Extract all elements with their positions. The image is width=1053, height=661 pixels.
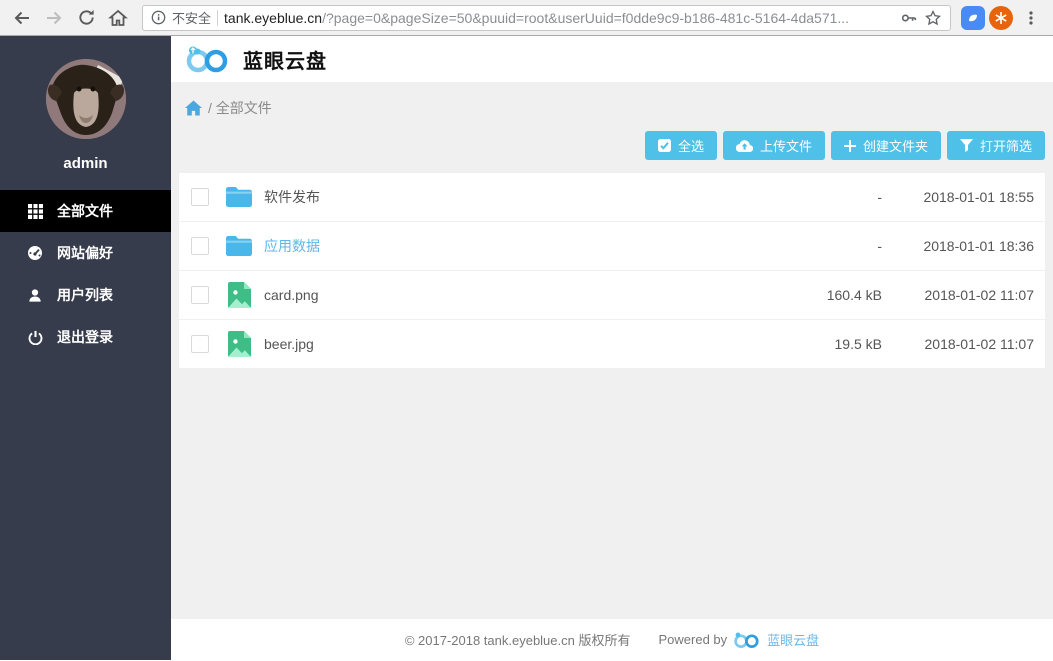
forward-icon	[44, 8, 64, 28]
breadcrumb-path[interactable]: / 全部文件	[208, 98, 272, 118]
app-header: 蓝眼云盘	[171, 36, 1053, 82]
plus-icon	[844, 140, 856, 152]
reload-button[interactable]	[72, 4, 100, 32]
home-button[interactable]	[104, 4, 132, 32]
dashboard-icon	[27, 245, 43, 261]
image-file-icon	[226, 282, 252, 308]
row-checkbox[interactable]	[191, 237, 209, 255]
infinity-cloud-logo	[733, 631, 761, 649]
sidebar-item-label: 用户列表	[57, 285, 113, 305]
url-path: /?page=0&pageSize=50&puuid=root&userUuid…	[322, 10, 849, 26]
home-icon[interactable]	[185, 100, 202, 116]
copyright-text: © 2017-2018 tank.eyeblue.cn 版权所有	[405, 630, 631, 649]
grid-icon	[27, 204, 43, 219]
create-folder-label: 创建文件夹	[863, 136, 928, 155]
file-date: 2018-01-02 11:07	[882, 287, 1034, 303]
avatar[interactable]	[46, 59, 126, 139]
info-icon[interactable]	[151, 10, 166, 25]
sidebar-item-site-preferences[interactable]: 网站偏好	[0, 232, 171, 274]
action-toolbar: 全选 上传文件 创建文件夹 打开筛选	[179, 122, 1045, 173]
user-icon	[27, 288, 43, 303]
file-size: 160.4 kB	[762, 287, 882, 303]
upload-file-button[interactable]: 上传文件	[723, 131, 825, 160]
content: / 全部文件 全选 上传文件 创建文件夹 打开筛选	[171, 82, 1053, 619]
row-checkbox[interactable]	[191, 335, 209, 353]
breadcrumb: / 全部文件	[179, 82, 1045, 122]
sidebar-item-user-list[interactable]: 用户列表	[0, 274, 171, 316]
sidebar: admin 全部文件 网站偏好 用户列表	[0, 36, 171, 660]
divider	[217, 10, 218, 26]
key-icon[interactable]	[900, 9, 918, 27]
reload-icon	[77, 8, 96, 27]
url-bar[interactable]: 不安全 tank.eyeblue.cn/?page=0&pageSize=50&…	[142, 5, 951, 31]
file-date: 2018-01-02 11:07	[882, 336, 1034, 352]
power-icon	[27, 330, 43, 345]
powered-by: Powered by 蓝眼云盘	[658, 630, 819, 649]
username: admin	[63, 155, 107, 172]
filter-icon	[960, 139, 973, 152]
sidebar-item-label: 网站偏好	[57, 243, 113, 263]
table-row[interactable]: card.png 160.4 kB 2018-01-02 11:07	[179, 271, 1045, 320]
back-button[interactable]	[8, 4, 36, 32]
select-all-button[interactable]: 全选	[645, 131, 717, 160]
row-checkbox[interactable]	[191, 188, 209, 206]
sidebar-item-logout[interactable]: 退出登录	[0, 316, 171, 358]
folder-icon	[226, 236, 252, 256]
file-table: 软件发布 - 2018-01-01 18:55 应用数据 - 2018-01-0…	[179, 173, 1045, 369]
table-row[interactable]: 应用数据 - 2018-01-01 18:36	[179, 222, 1045, 271]
brand-link[interactable]: 蓝眼云盘	[767, 630, 819, 649]
security-label[interactable]: 不安全	[172, 8, 211, 27]
browser-menu-button[interactable]	[1017, 4, 1045, 32]
open-filter-button[interactable]: 打开筛选	[947, 131, 1045, 160]
url-text[interactable]: tank.eyeblue.cn/?page=0&pageSize=50&puui…	[224, 10, 894, 26]
file-size: -	[762, 189, 882, 205]
image-file-icon	[226, 331, 252, 357]
cloud-upload-icon	[736, 139, 753, 152]
sidebar-menu: 全部文件 网站偏好 用户列表 退出登录	[0, 190, 171, 358]
select-all-label: 全选	[678, 136, 704, 155]
file-date: 2018-01-01 18:55	[882, 189, 1034, 205]
folder-icon	[226, 187, 252, 207]
file-name[interactable]: card.png	[264, 287, 762, 303]
goat-avatar-image	[46, 59, 126, 139]
sidebar-item-label: 全部文件	[57, 201, 113, 221]
menu-dots-icon	[1023, 10, 1039, 26]
file-size: 19.5 kB	[762, 336, 882, 352]
create-folder-button[interactable]: 创建文件夹	[831, 131, 941, 160]
open-filter-label: 打开筛选	[980, 136, 1032, 155]
extension-orange-icon[interactable]	[989, 6, 1013, 30]
home-icon	[108, 8, 128, 28]
back-icon	[12, 8, 32, 28]
upload-file-label: 上传文件	[760, 136, 812, 155]
app-title: 蓝眼云盘	[243, 45, 327, 74]
powered-by-text: Powered by	[658, 632, 727, 647]
row-checkbox[interactable]	[191, 286, 209, 304]
browser-toolbar: 不安全 tank.eyeblue.cn/?page=0&pageSize=50&…	[0, 0, 1053, 36]
sidebar-item-label: 退出登录	[57, 327, 113, 347]
forward-button[interactable]	[40, 4, 68, 32]
footer: © 2017-2018 tank.eyeblue.cn 版权所有 Powered…	[171, 619, 1053, 660]
table-row[interactable]: beer.jpg 19.5 kB 2018-01-02 11:07	[179, 320, 1045, 369]
star-icon[interactable]	[924, 9, 942, 27]
file-name[interactable]: 应用数据	[264, 236, 762, 256]
checkbox-icon	[658, 139, 671, 152]
extension-blue-icon[interactable]	[961, 6, 985, 30]
infinity-cloud-logo	[185, 44, 231, 74]
file-name[interactable]: beer.jpg	[264, 336, 762, 352]
sidebar-item-all-files[interactable]: 全部文件	[0, 190, 171, 232]
file-date: 2018-01-01 18:36	[882, 238, 1034, 254]
url-domain: tank.eyeblue.cn	[224, 10, 322, 26]
file-name[interactable]: 软件发布	[264, 187, 762, 207]
file-size: -	[762, 238, 882, 254]
table-row[interactable]: 软件发布 - 2018-01-01 18:55	[179, 173, 1045, 222]
